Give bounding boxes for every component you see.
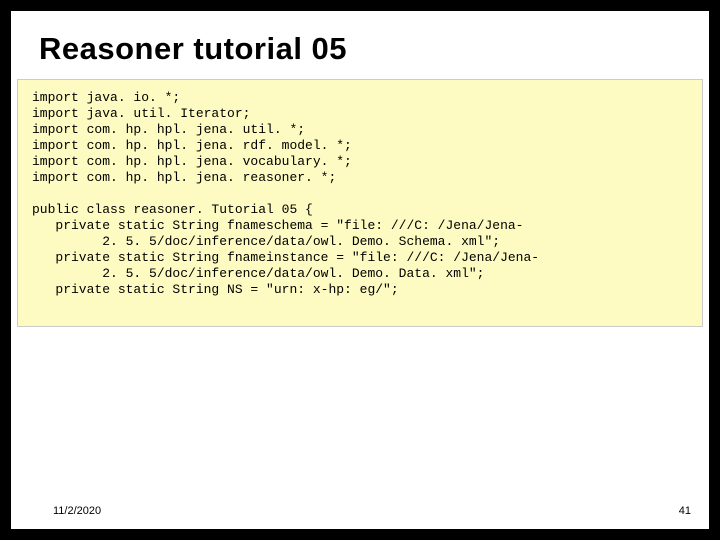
code-import-line: import java. io. *; — [32, 90, 180, 105]
slide: Reasoner tutorial 05 import java. io. *;… — [11, 11, 709, 529]
footer-date: 11/2/2020 — [53, 505, 101, 517]
code-body-line: 2. 5. 5/doc/inference/data/owl. Demo. Da… — [32, 266, 484, 281]
code-body-line: private static String fnameinstance = "f… — [32, 250, 539, 265]
code-import-line: import com. hp. hpl. jena. util. *; — [32, 122, 305, 137]
footer-page-number: 41 — [679, 505, 691, 517]
code-import-line: import com. hp. hpl. jena. vocabulary. *… — [32, 154, 352, 169]
code-body-line: private static String fnameschema = "fil… — [32, 218, 523, 233]
code-import-line: import com. hp. hpl. jena. rdf. model. *… — [32, 138, 352, 153]
code-body-line: 2. 5. 5/doc/inference/data/owl. Demo. Sc… — [32, 234, 500, 249]
code-import-line: import com. hp. hpl. jena. reasoner. *; — [32, 170, 336, 185]
code-import-line: import java. util. Iterator; — [32, 106, 250, 121]
slide-title: Reasoner tutorial 05 — [39, 31, 347, 67]
code-body-line: private static String NS = "urn: x-hp: e… — [32, 282, 399, 297]
code-body-line: public class reasoner. Tutorial 05 { — [32, 202, 313, 217]
code-block: import java. io. *; import java. util. I… — [17, 79, 703, 327]
